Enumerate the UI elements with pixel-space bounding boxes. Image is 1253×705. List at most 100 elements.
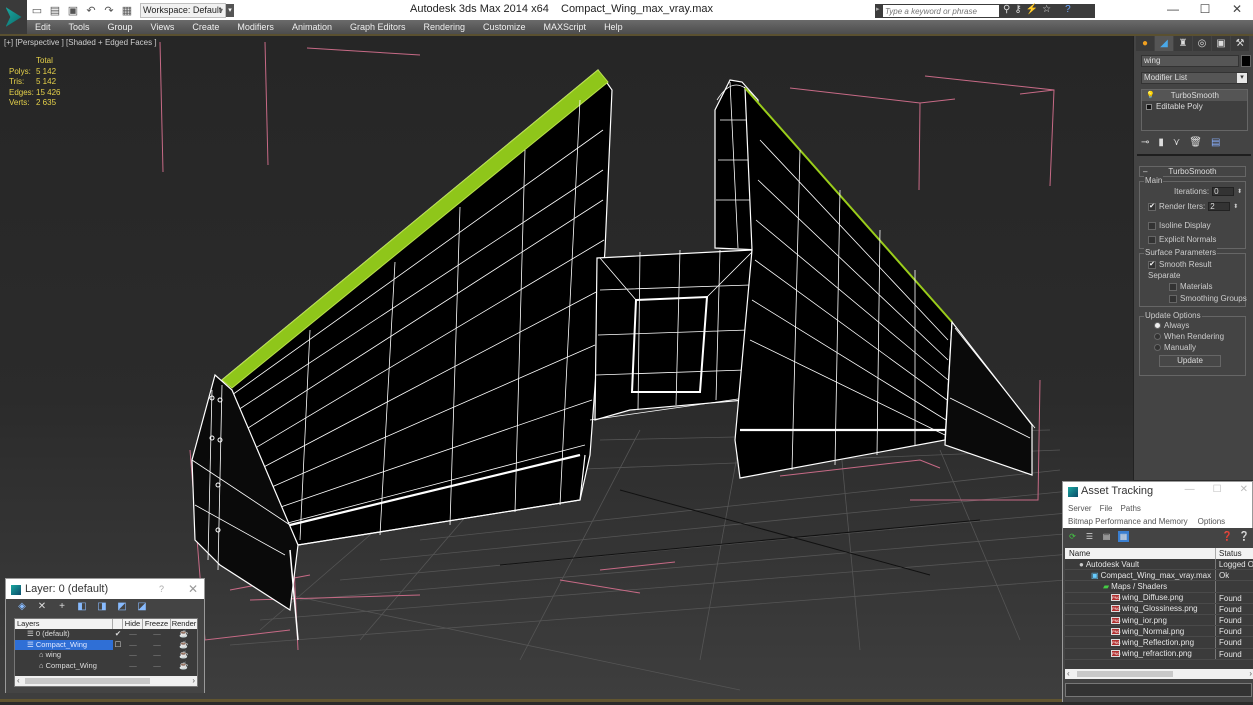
freeze-toggle[interactable]: — [143, 629, 171, 640]
asset-row[interactable]: ▣ Compact_Wing_max_vray.max Ok [1065, 570, 1253, 582]
remove-modifier-icon[interactable]: 🗑 [1189, 137, 1202, 148]
pin-stack-icon[interactable]: ⊸ [1141, 137, 1149, 148]
column-layers[interactable]: Layers [15, 619, 113, 629]
smoothing-groups-checkbox[interactable] [1169, 294, 1177, 303]
render-iters-checkbox[interactable]: ✔ [1148, 202, 1156, 211]
when-rendering-radio[interactable] [1154, 333, 1161, 340]
add-to-layer-icon[interactable]: + [56, 601, 68, 613]
hide-toggle[interactable]: — [123, 661, 143, 672]
render-teapot-icon[interactable]: ☕ [171, 650, 197, 661]
menu-edit[interactable]: Edit [35, 22, 51, 32]
delete-layer-icon[interactable]: ✕ [36, 601, 48, 613]
display-icon[interactable]: ▣ [1212, 36, 1230, 51]
key-icon[interactable]: ⚷ [1014, 4, 1021, 15]
layer-row[interactable]: ⌂ wing — — ☕ [15, 650, 197, 661]
viewport-label[interactable]: [+] [Perspective ] [Shaded + Edged Faces… [4, 38, 157, 47]
star-icon[interactable]: ☆ [1042, 4, 1051, 15]
column-name[interactable]: Name [1065, 548, 1216, 559]
asset-row[interactable]: PNG wing_Diffuse.png Found [1065, 592, 1253, 604]
asset-row[interactable]: PNG wing_ior.png Found [1065, 614, 1253, 627]
spinner-arrows-icon[interactable]: ⬍ [1237, 188, 1242, 195]
menu-bitmap-performance[interactable]: Bitmap Performance and Memory [1068, 517, 1188, 526]
hide-all-icon[interactable]: ◩ [116, 601, 128, 613]
refresh-icon[interactable]: ⟳ [1067, 531, 1078, 542]
list-view-icon[interactable]: ☰ [1084, 531, 1095, 542]
show-end-result-icon[interactable]: ▮ [1158, 137, 1164, 148]
menu-maxscript[interactable]: MAXScript [544, 22, 587, 32]
menu-animation[interactable]: Animation [292, 22, 332, 32]
scrollbar-thumb[interactable] [1077, 671, 1173, 677]
help-icon[interactable]: ? [1065, 4, 1071, 15]
expand-box-icon[interactable] [1146, 103, 1152, 110]
wing-center-body[interactable] [589, 249, 753, 421]
workspace-menu-button[interactable]: ▾ [226, 4, 234, 17]
isoline-checkbox[interactable] [1148, 221, 1156, 230]
scroll-right-icon[interactable]: › [1249, 669, 1252, 679]
object-name-field[interactable]: wing [1141, 55, 1239, 67]
undo-icon[interactable]: ↶ [84, 4, 98, 18]
vault-help-icon[interactable]: ❔ [1239, 531, 1250, 542]
asset-path-field[interactable] [1065, 683, 1252, 697]
minimize-button[interactable]: — [1185, 484, 1195, 495]
menu-rendering[interactable]: Rendering [424, 22, 466, 32]
asset-row[interactable]: ▰ Maps / Shaders [1065, 581, 1253, 593]
freeze-toggle[interactable]: — [143, 661, 171, 672]
select-objects-icon[interactable]: ◧ [76, 601, 88, 613]
render-teapot-icon[interactable]: ☕ [171, 661, 197, 672]
hide-toggle[interactable]: — [123, 640, 143, 651]
save-icon[interactable]: ▣ [66, 4, 80, 18]
render-iters-spinner[interactable]: 2 [1208, 202, 1231, 211]
render-teapot-icon[interactable]: ☕ [171, 640, 197, 651]
close-button[interactable]: ✕ [1221, 0, 1253, 20]
satellite-icon[interactable]: ⚡ [1026, 4, 1038, 15]
close-button[interactable]: ✕ [1240, 484, 1248, 495]
always-radio[interactable] [1154, 322, 1161, 329]
menu-graph-editors[interactable]: Graph Editors [350, 22, 406, 32]
maximize-button[interactable]: ☐ [1189, 0, 1221, 20]
wing-mesh-left[interactable] [221, 69, 613, 546]
asset-horizontal-scrollbar[interactable]: ‹ › [1065, 669, 1253, 679]
hierarchy-icon[interactable]: ♜ [1174, 36, 1192, 51]
render-teapot-icon[interactable]: ☕ [171, 629, 197, 640]
menu-server[interactable]: Server [1068, 504, 1092, 513]
maximize-button[interactable]: ☐ [1213, 484, 1222, 495]
scroll-right-icon[interactable]: › [192, 676, 195, 686]
manually-radio[interactable] [1154, 344, 1161, 351]
stack-item-editable-poly[interactable]: Editable Poly [1142, 101, 1247, 112]
new-icon[interactable]: ▭ [30, 4, 44, 18]
workspace-dropdown[interactable]: Workspace: Default ▾ [140, 3, 226, 18]
minimize-button[interactable]: — [1157, 0, 1189, 20]
scrollbar-thumb[interactable] [25, 678, 150, 684]
asset-row[interactable]: PNG wing_Glossiness.png Found [1065, 603, 1253, 615]
materials-checkbox[interactable] [1169, 282, 1177, 291]
select-layer-icon[interactable]: ◨ [96, 601, 108, 613]
asset-row[interactable]: PNG wing_refraction.png Found [1065, 648, 1253, 660]
help-button[interactable]: ? [159, 584, 164, 594]
make-unique-icon[interactable]: ⋎ [1173, 137, 1180, 148]
menu-help[interactable]: Help [604, 22, 623, 32]
column-render[interactable]: Render [171, 619, 197, 629]
menu-modifiers[interactable]: Modifiers [237, 22, 274, 32]
current-layer-check[interactable]: ☐ [113, 640, 123, 651]
table-view-icon[interactable]: ▦ [1118, 531, 1129, 542]
modifier-list-dropdown[interactable]: Modifier List ▾ [1141, 72, 1248, 84]
hide-toggle[interactable]: — [123, 629, 143, 640]
wing-end-plate-right[interactable] [944, 320, 1036, 476]
layer-horizontal-scrollbar[interactable]: ‹ › [15, 676, 197, 686]
modify-icon[interactable]: ◢ [1155, 36, 1173, 51]
menu-options[interactable]: Options [1198, 517, 1226, 526]
app-menu-button[interactable] [0, 0, 27, 34]
open-icon[interactable]: ▤ [48, 4, 62, 18]
layer-row[interactable]: ⌂ Compact_Wing — — ☕ [15, 661, 197, 672]
layer-row[interactable]: ☰ 0 (default) ✔ — — ☕ [15, 629, 197, 640]
search-input[interactable] [883, 5, 999, 17]
menu-file[interactable]: File [1100, 504, 1113, 513]
close-button[interactable]: ✕ [188, 582, 198, 596]
freeze-all-icon[interactable]: ◪ [136, 601, 148, 613]
current-layer-check[interactable]: ✔ [113, 629, 123, 640]
configure-sets-icon[interactable]: ▤ [1211, 137, 1220, 148]
menu-group[interactable]: Group [108, 22, 133, 32]
expand-arrow-icon[interactable]: ▸ [876, 5, 880, 13]
stack-item-turbosmooth[interactable]: 💡 TurboSmooth [1142, 90, 1247, 101]
column-freeze[interactable]: Freeze [143, 619, 171, 629]
